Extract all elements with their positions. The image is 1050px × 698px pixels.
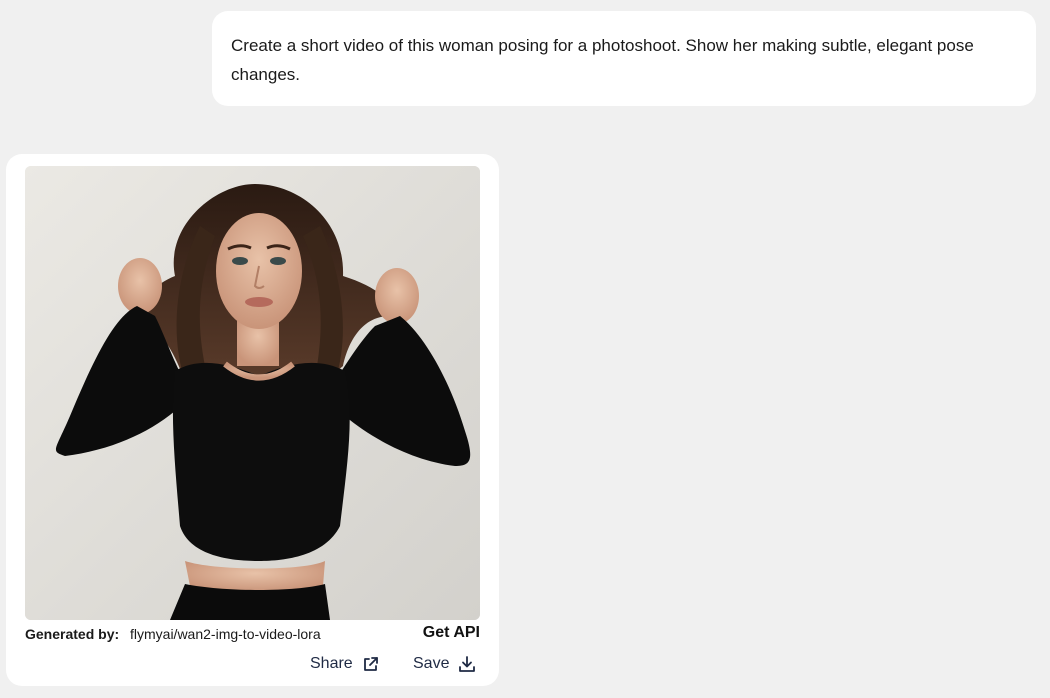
generation-meta-row: Generated by: flymyai/wan2-img-to-video-… xyxy=(25,624,480,644)
get-api-link[interactable]: Get API xyxy=(423,624,480,642)
user-message-bubble: Create a short video of this woman posin… xyxy=(212,11,1036,106)
external-link-icon xyxy=(362,656,379,673)
generation-result-card: Generated by: flymyai/wan2-img-to-video-… xyxy=(6,154,499,686)
save-button[interactable]: Save xyxy=(413,652,476,676)
generated-image[interactable] xyxy=(25,166,480,620)
user-message-text: Create a short video of this woman posin… xyxy=(231,36,974,84)
generated-by-label: Generated by: xyxy=(25,626,120,642)
save-label: Save xyxy=(413,655,450,672)
woman-photo-illustration xyxy=(25,166,480,620)
share-button[interactable]: Share xyxy=(310,652,379,676)
chat-page: Create a short video of this woman posin… xyxy=(0,0,1050,698)
model-name: flymyai/wan2-img-to-video-lora xyxy=(130,626,321,642)
share-label: Share xyxy=(310,655,353,672)
result-actions: Share Save xyxy=(6,652,499,676)
download-icon xyxy=(458,655,476,673)
